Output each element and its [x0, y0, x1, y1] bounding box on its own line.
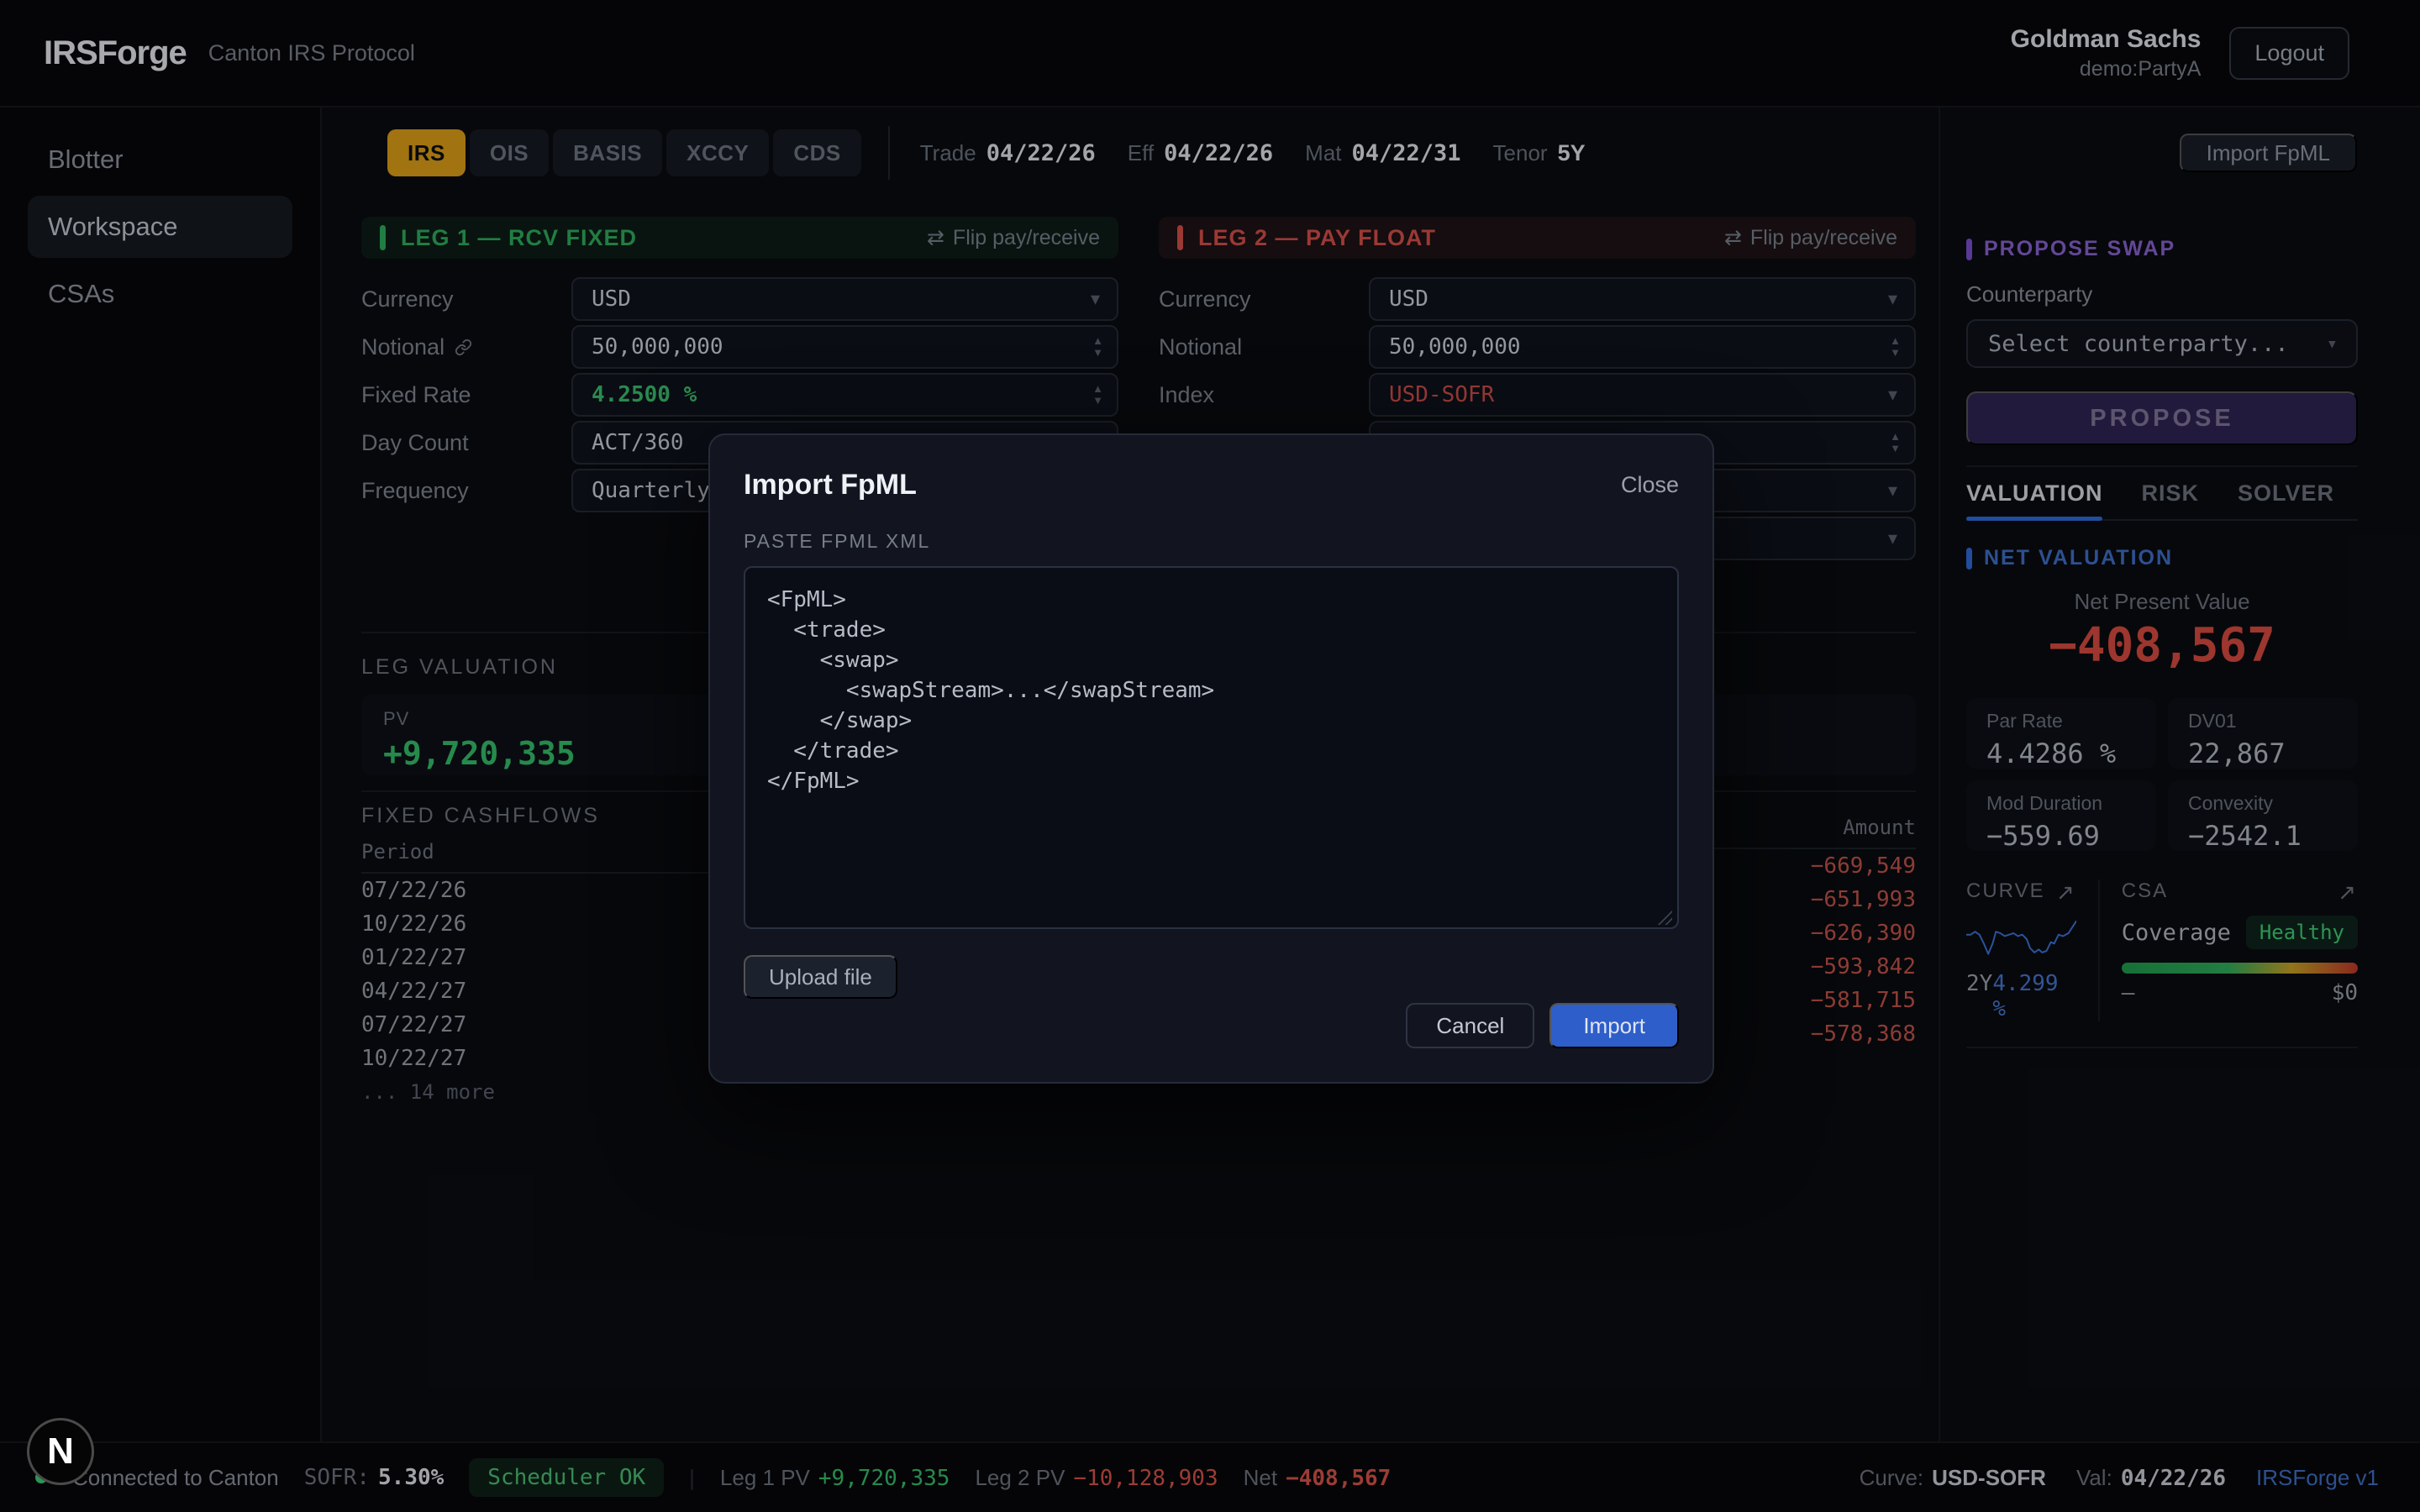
dev-n-badge[interactable]: N: [27, 1418, 94, 1485]
xml-textarea-wrap: <FpML> <trade> <swap> <swapStream>...</s…: [744, 566, 1679, 933]
textarea-label: PASTE FPML XML: [744, 530, 1679, 553]
modal-header: Import FpML Close: [744, 469, 1679, 501]
import-fpml-modal: Import FpML Close PASTE FPML XML <FpML> …: [708, 433, 1714, 1084]
cancel-button[interactable]: Cancel: [1406, 1003, 1534, 1048]
modal-title: Import FpML: [744, 469, 917, 501]
badge-letter: N: [47, 1431, 74, 1473]
close-button[interactable]: Close: [1621, 472, 1679, 498]
import-button[interactable]: Import: [1549, 1003, 1679, 1048]
modal-footer: Cancel Import: [1406, 1003, 1679, 1048]
upload-file-button[interactable]: Upload file: [744, 955, 897, 999]
fpml-xml-textarea[interactable]: <FpML> <trade> <swap> <swapStream>...</s…: [744, 566, 1679, 929]
